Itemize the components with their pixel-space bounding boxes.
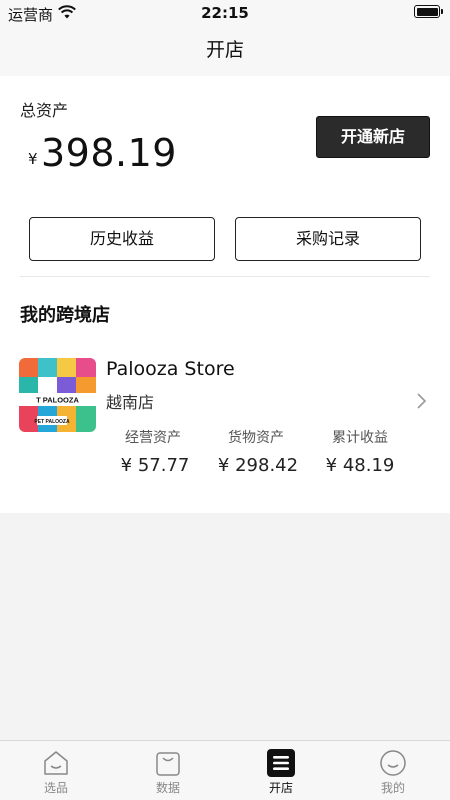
purchase-records-button[interactable]: 采购记录	[235, 217, 421, 261]
tab-bar: 选品 数据 开店 我的	[0, 740, 450, 800]
page-title: 开店	[205, 39, 244, 61]
store-logo[interactable]: T PALOOZA PET PALOOZA	[19, 358, 96, 432]
goods-assets-label: 货物资产	[228, 430, 284, 446]
operating-assets-value: ¥ 57.77	[120, 455, 190, 476]
tab-data[interactable]: 数据	[112, 741, 224, 800]
section-title: 我的跨境店	[20, 305, 110, 326]
goods-assets-value: ¥ 298.42	[217, 455, 299, 476]
store-name[interactable]: Palooza Store	[106, 358, 235, 380]
divider	[20, 276, 430, 277]
total-assets-value: 398.19	[41, 131, 177, 175]
tab-label: 开店	[268, 781, 293, 795]
store-overview-card: 总资产 ¥ 398.19 开通新店 历史收益 采购记录 我的跨境店 T PALO…	[0, 76, 450, 513]
battery-icon	[414, 5, 443, 18]
tab-label: 数据	[155, 781, 180, 795]
navigation-bar: 开店	[0, 26, 450, 76]
tab-open-store[interactable]: 开店	[225, 741, 337, 800]
total-assets-label: 总资产	[20, 101, 69, 120]
store-region: 越南店	[106, 393, 155, 412]
chevron-right-icon[interactable]	[416, 392, 428, 410]
status-bar: 运营商 22:15	[0, 0, 450, 26]
operating-assets-label: 经营资产	[125, 430, 181, 446]
cumulative-earnings-label: 累计收益	[332, 430, 388, 446]
smile-icon	[380, 750, 406, 776]
tab-selection[interactable]: 选品	[0, 741, 112, 800]
bag-icon	[156, 752, 180, 776]
open-new-store-button[interactable]: 开通新店	[316, 116, 430, 158]
home-icon	[44, 751, 68, 775]
currency-symbol: ¥	[28, 150, 38, 168]
tab-label: 选品	[43, 781, 68, 795]
tab-label: 我的	[380, 781, 405, 795]
cumulative-earnings-value: ¥ 48.19	[325, 455, 395, 476]
tab-mine[interactable]: 我的	[337, 741, 449, 800]
logo-text: T PALOOZA	[36, 396, 79, 405]
history-earnings-button[interactable]: 历史收益	[29, 217, 215, 261]
logo-text-small: PET PALOOZA	[34, 419, 70, 425]
list-icon	[267, 749, 295, 777]
clock: 22:15	[201, 4, 249, 22]
